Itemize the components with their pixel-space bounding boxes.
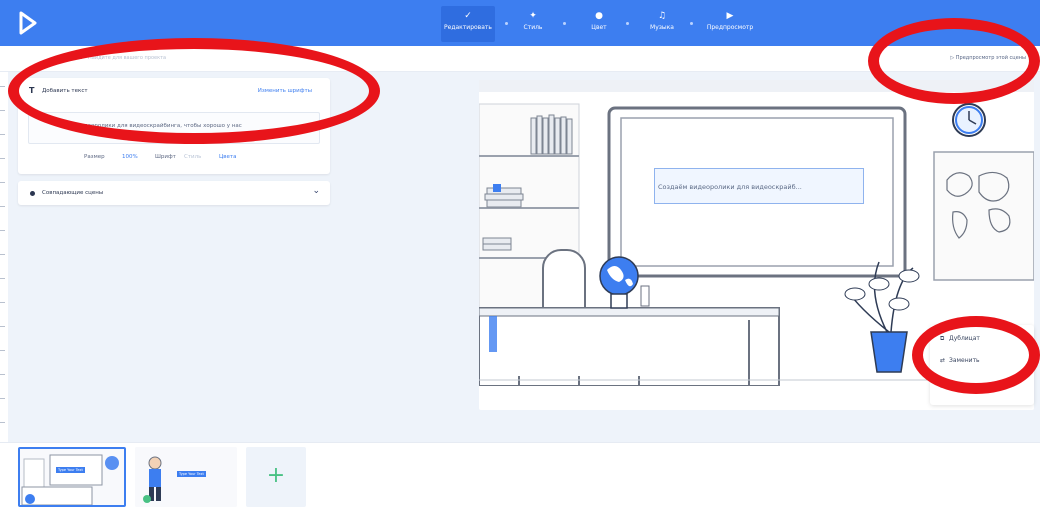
tab-color[interactable]: ● Цвет	[584, 6, 614, 42]
tab-label: Предпросмотр	[706, 24, 754, 31]
plus-icon: +	[266, 463, 286, 488]
play-icon: ▶	[726, 11, 734, 21]
highlight-ellipse	[912, 316, 1040, 394]
tab-style[interactable]: ✦ Стиль	[515, 6, 551, 42]
tab-label: Цвет	[591, 24, 607, 31]
tab-preview[interactable]: ▶ Предпросмотр	[700, 6, 760, 42]
thumbnail-caption: Type Your Text	[56, 467, 85, 473]
step-dot	[626, 22, 629, 25]
tab-label: Редактировать	[444, 24, 492, 31]
color-icon: ●	[595, 11, 603, 21]
music-icon: ♫	[657, 11, 667, 21]
thumbnail-caption: Type Your Text	[177, 471, 206, 477]
size-label: Размер	[84, 154, 105, 160]
matching-scenes-label: Совпадающие сцены	[42, 190, 104, 196]
add-scene-button[interactable]: +	[246, 447, 306, 507]
chevron-down-icon: ⌄	[312, 186, 320, 196]
vertical-ruler	[0, 72, 8, 442]
check-icon: ✓	[464, 11, 472, 21]
size-value[interactable]: 100%	[122, 154, 138, 160]
caption-text: Создаём видеоролики для видеоскрайб...	[658, 183, 802, 191]
app-logo[interactable]	[18, 11, 38, 35]
tab-label: Стиль	[523, 24, 543, 31]
caption-textbox[interactable]: Создаём видеоролики для видеоскрайб...	[654, 168, 864, 204]
scene-thumbnail-2[interactable]: Type Your Text	[135, 447, 237, 507]
highlight-ellipse	[868, 18, 1040, 104]
font-value[interactable]: Стиль	[184, 154, 201, 160]
tab-edit[interactable]: ✓ Редактировать	[441, 6, 495, 42]
tab-label: Музыка	[650, 24, 674, 31]
scene-thumbnail-image	[20, 449, 124, 505]
highlight-ellipse	[8, 38, 380, 144]
step-dot	[563, 22, 566, 25]
step-dot	[505, 22, 508, 25]
scene-thumbnail-1[interactable]: Type Your Text	[18, 447, 126, 507]
step-dot	[690, 22, 693, 25]
font-label: Шрифт	[155, 154, 176, 160]
style-icon: ✦	[529, 11, 537, 21]
font-color-link[interactable]: Цвета	[219, 154, 236, 160]
app-window: ✓ Редактировать ✦ Стиль ● Цвет ♫ Музыка …	[0, 0, 1040, 509]
bullet-icon	[30, 191, 35, 196]
scene-thumbnail-image	[135, 447, 237, 507]
tab-music[interactable]: ♫ Музыка	[642, 6, 682, 42]
matching-scenes-dropdown[interactable]: Совпадающие сцены ⌄	[18, 181, 330, 205]
